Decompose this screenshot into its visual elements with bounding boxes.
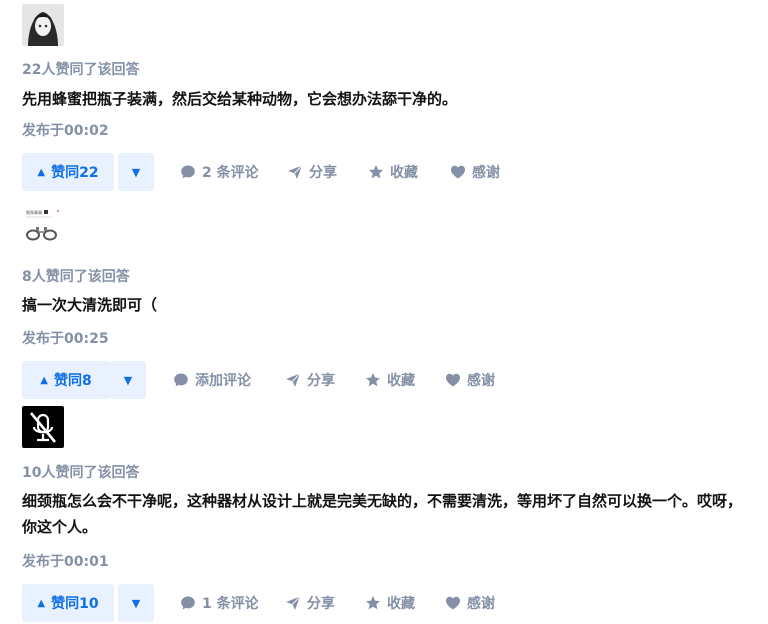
avatar[interactable] [22,406,64,448]
upvote-button[interactable]: ▲ 赞同22 [22,153,114,191]
action-bar: ▲ 赞同22 ▼ 2 条评论 分享 收藏 感谢 [22,153,752,191]
share-button[interactable]: 分享 [285,584,335,622]
upvote-label: 赞同10 [51,596,99,612]
star-icon [366,373,380,387]
share-button[interactable]: 分享 [287,153,337,191]
star-icon [366,596,380,610]
share-label: 分享 [307,596,335,612]
upvote-label: 赞同22 [51,165,99,181]
triangle-up-icon: ▲ [37,597,46,609]
avatar[interactable]: 钢角事端 [22,206,64,248]
answer-content: 先用蜂蜜把瓶子装满，然后交给某种动物，它会想办法舔干净的。 [22,90,458,108]
heart-icon [446,373,460,387]
upvote-button[interactable]: ▲ 赞同10 [22,584,114,622]
upvote-button[interactable]: ▲ 赞同8 [22,361,110,399]
action-bar: ▲ 赞同10 ▼ 1 条评论 分享 收藏 感谢 [22,584,752,622]
vote-count-text: 22人赞同了该回答 [22,62,140,78]
triangle-up-icon: ▲ [37,166,46,178]
triangle-down-icon: ▼ [123,373,133,387]
triangle-down-icon: ▼ [131,165,141,179]
heart-icon [446,596,460,610]
answer-content: 细颈瓶怎么会不干净呢，这种器材从设计上就是完美无缺的，不需要清洗，等用坏了自然可… [22,492,743,536]
triangle-up-icon: ▲ [40,374,48,386]
comment-label: 1 条评论 [202,596,259,612]
thanks-button[interactable]: 感谢 [445,361,495,399]
comment-label: 添加评论 [195,373,251,389]
thanks-label: 感谢 [472,165,500,181]
comment-button[interactable]: 2 条评论 [180,153,259,191]
publish-time[interactable]: 发布于00:25 [22,328,109,348]
vote-count-text: 10人赞同了该回答 [22,465,140,481]
collect-label: 收藏 [387,373,415,389]
downvote-button[interactable]: ▼ [118,153,154,191]
downvote-button[interactable]: ▼ [118,584,154,622]
action-bar: ▲ 赞同8 ▼ 添加评论 分享 收藏 感谢 [22,361,752,399]
collect-label: 收藏 [390,165,418,181]
paper-plane-icon [286,373,301,387]
publish-time[interactable]: 发布于00:02 [22,120,109,140]
paper-plane-icon [286,596,301,610]
answer-content: 搞一次大清洗即可（ [22,296,158,314]
thanks-label: 感谢 [467,373,495,389]
speech-bubble-icon [174,373,188,387]
comment-button[interactable]: 添加评论 [173,361,251,399]
share-label: 分享 [309,165,337,181]
thanks-button[interactable]: 感谢 [450,153,500,191]
speech-bubble-icon [181,165,195,179]
paper-plane-icon [288,165,303,179]
thanks-label: 感谢 [467,596,495,612]
star-icon [369,165,383,179]
speech-bubble-icon [181,596,195,610]
triangle-down-icon: ▼ [131,596,141,610]
comment-label: 2 条评论 [202,165,259,181]
collect-label: 收藏 [387,596,415,612]
share-label: 分享 [307,373,335,389]
publish-time[interactable]: 发布于00:01 [22,551,109,571]
avatar-caption: 钢角事端 [26,209,42,215]
collect-button[interactable]: 收藏 [368,153,418,191]
upvote-label: 赞同8 [53,373,92,389]
collect-button[interactable]: 收藏 [365,584,415,622]
avatar[interactable] [22,4,64,46]
share-button[interactable]: 分享 [285,361,335,399]
heart-icon [451,165,465,179]
collect-button[interactable]: 收藏 [365,361,415,399]
comment-button[interactable]: 1 条评论 [180,584,259,622]
thanks-button[interactable]: 感谢 [445,584,495,622]
vote-count-text: 8人赞同了该回答 [22,269,130,285]
downvote-button[interactable]: ▼ [110,361,146,399]
